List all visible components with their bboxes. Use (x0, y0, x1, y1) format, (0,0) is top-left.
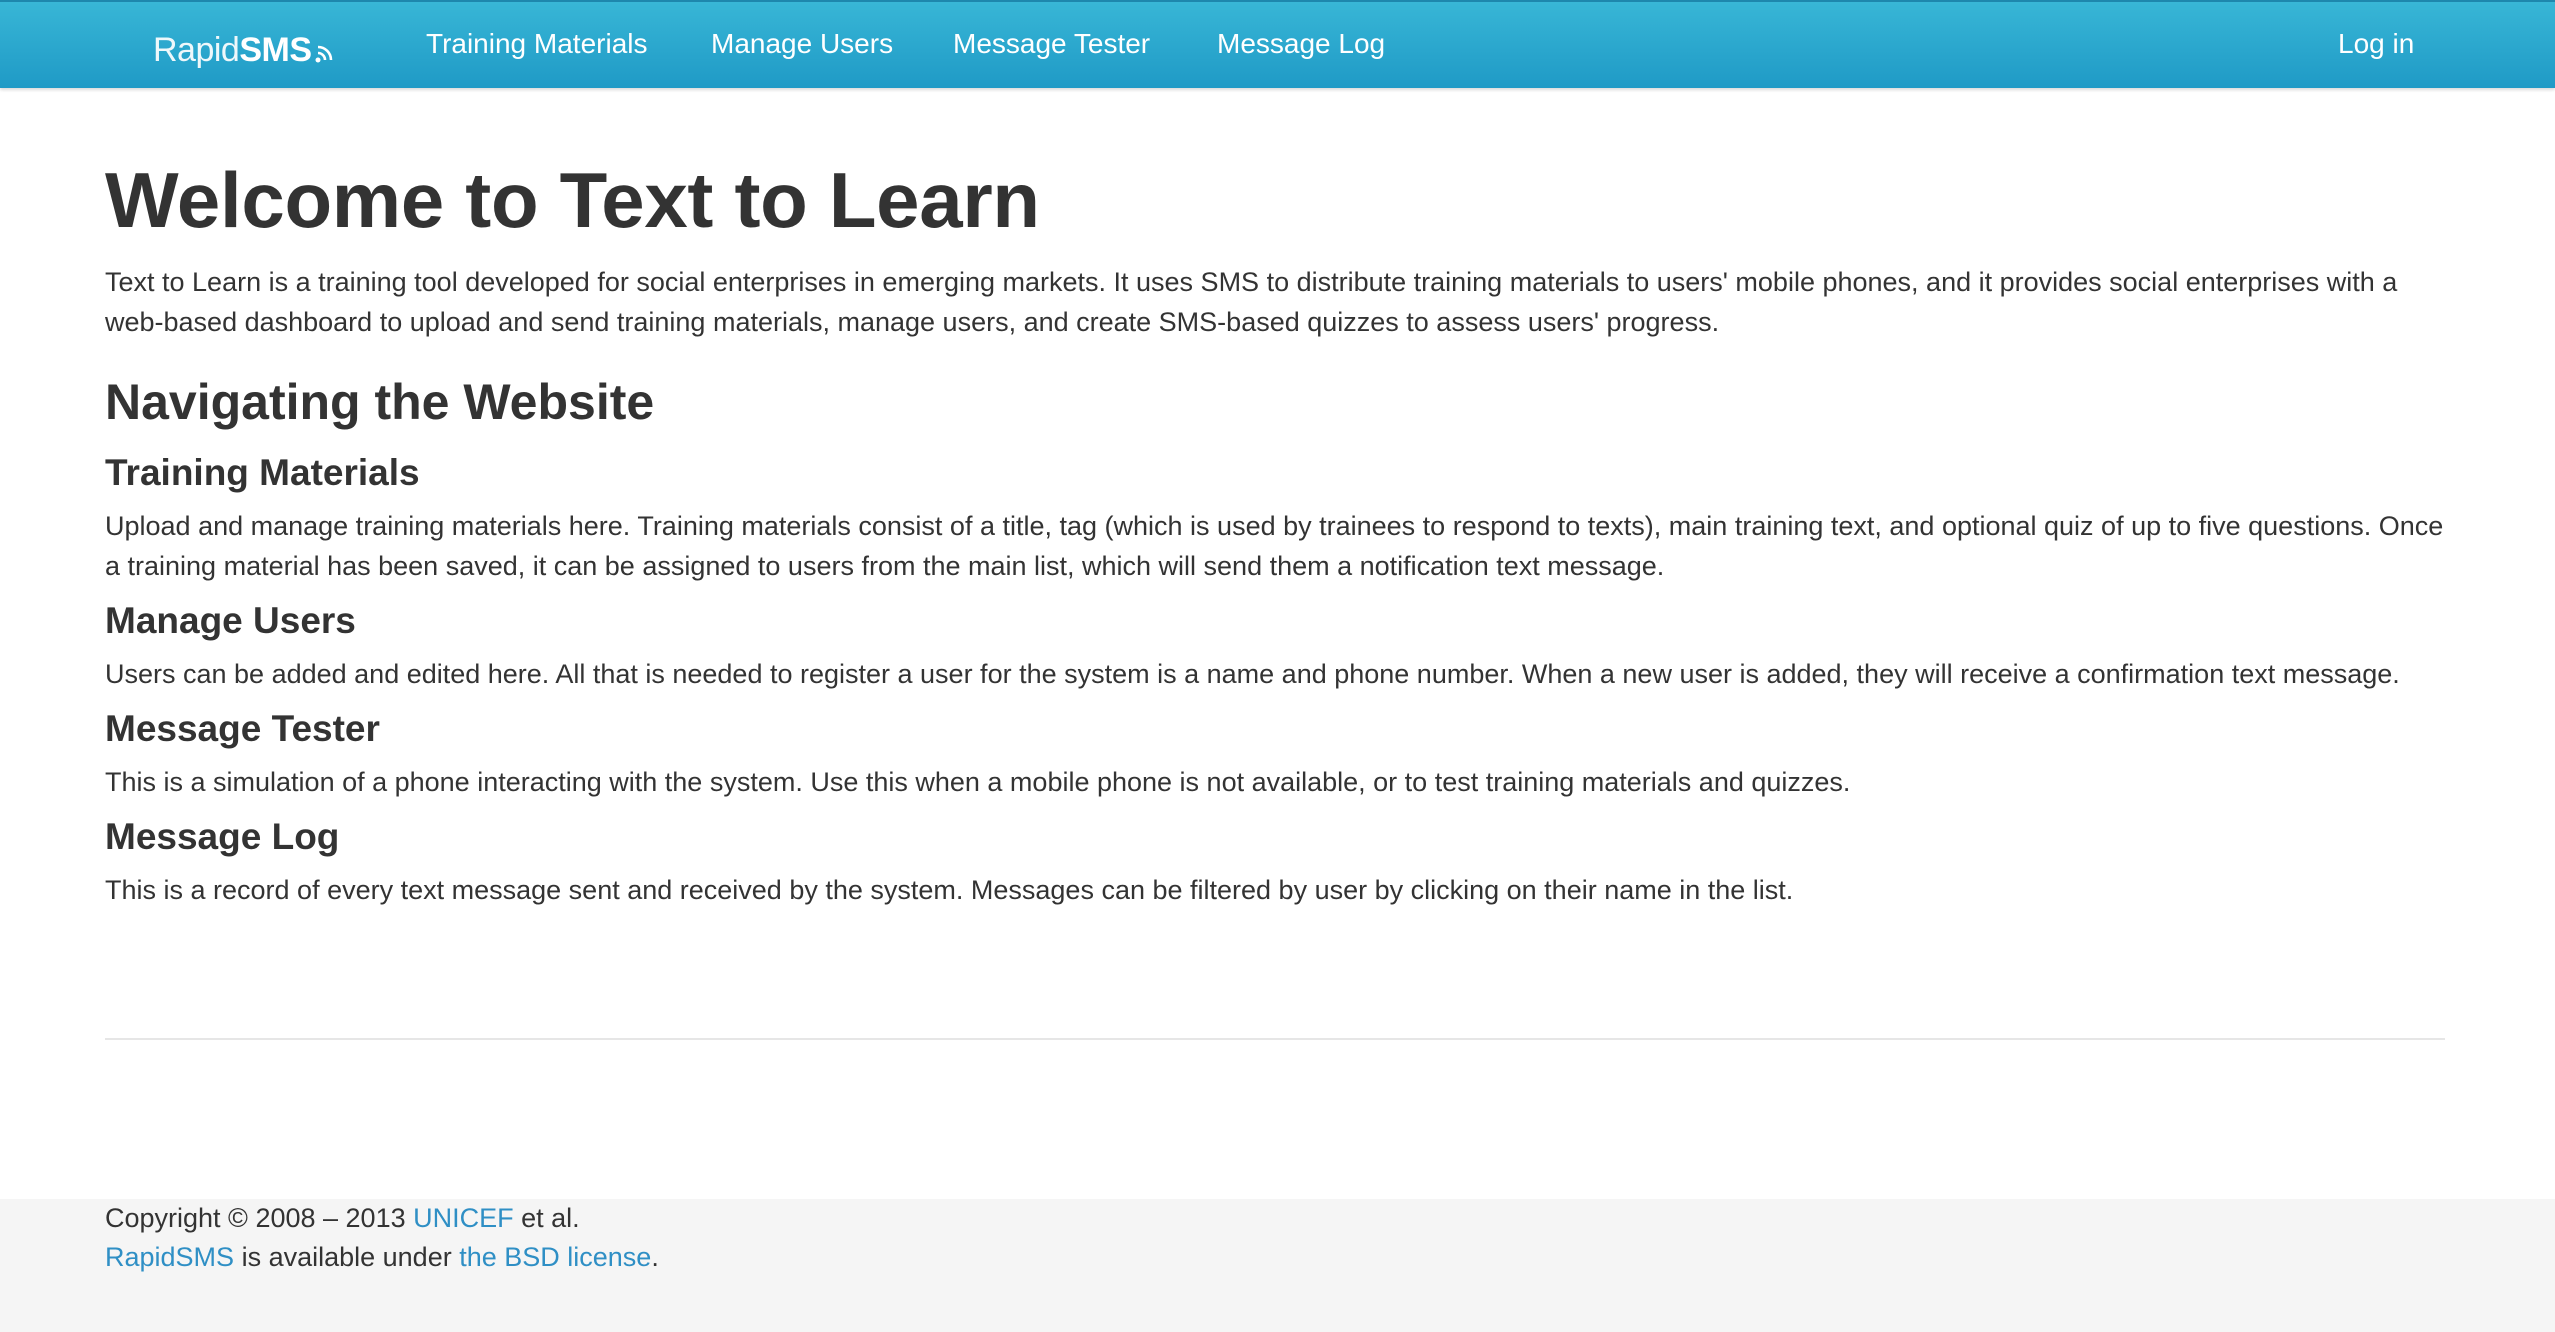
section-heading-message-tester: Message Tester (105, 708, 380, 749)
license-middle-text: is available under (234, 1242, 460, 1272)
bsd-license-link[interactable]: the BSD license (459, 1242, 651, 1272)
rapidsms-logo[interactable]: Rapid SMS (153, 24, 338, 70)
section-heading-training-materials: Training Materials (105, 452, 420, 493)
navigating-heading: Navigating the Website (105, 374, 655, 430)
footer-copyright: Copyright © 2008 – 2013 UNICEF et al. (105, 1203, 580, 1234)
nav-message-log[interactable]: Message Log (1217, 28, 1385, 60)
section-text-manage-users: Users can be added and edited here. All … (105, 659, 2400, 689)
content-divider (105, 1038, 2445, 1040)
section-text-training-materials: Upload and manage training materials her… (105, 511, 2444, 581)
section-heading-manage-users: Manage Users (105, 600, 356, 641)
copyright-prefix: Copyright © 2008 – 2013 (105, 1203, 414, 1233)
footer: Copyright © 2008 – 2013 UNICEF et al. Ra… (0, 1199, 2555, 1332)
footer-license: RapidSMS is available under the BSD lice… (105, 1242, 659, 1273)
section-text-message-tester: This is a simulation of a phone interact… (105, 767, 1851, 797)
page-title: Welcome to Text to Learn (105, 156, 1040, 244)
top-navbar: Rapid SMS Training Materials Manage Users… (0, 0, 2555, 88)
unicef-link[interactable]: UNICEF (413, 1203, 514, 1233)
section-text-message-log: This is a record of every text message s… (105, 875, 1794, 905)
main-content: Welcome to Text to Learn Text to Learn i… (105, 150, 2445, 910)
license-end-text: . (651, 1242, 659, 1272)
copyright-suffix: et al. (513, 1203, 580, 1233)
signal-waves-icon (315, 45, 332, 63)
brand-bold-text: SMS (239, 31, 312, 69)
intro-paragraph: Text to Learn is a training tool develop… (105, 267, 2398, 337)
brand-light-text: Rapid (153, 31, 240, 69)
section-heading-message-log: Message Log (105, 816, 340, 857)
nav-training-materials[interactable]: Training Materials (426, 28, 647, 60)
nav-message-tester[interactable]: Message Tester (953, 28, 1150, 60)
nav-manage-users[interactable]: Manage Users (711, 28, 893, 60)
login-link[interactable]: Log in (2338, 28, 2414, 60)
rapidsms-link[interactable]: RapidSMS (105, 1242, 234, 1272)
